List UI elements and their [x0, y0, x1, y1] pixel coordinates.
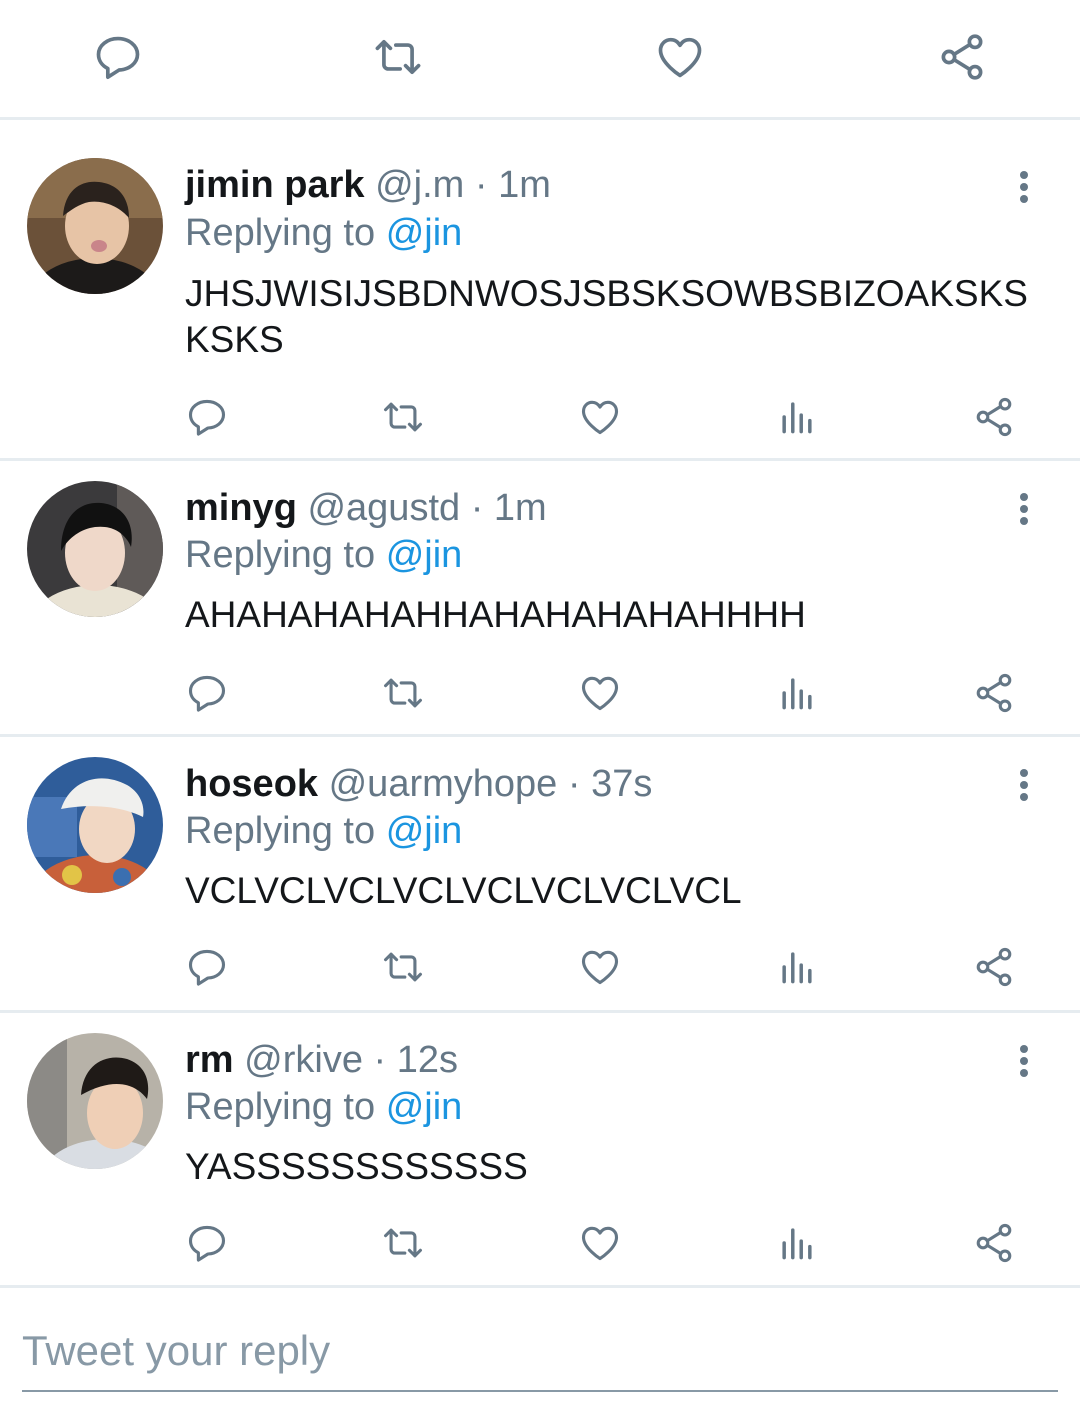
like-icon[interactable] [654, 31, 706, 83]
analytics-icon[interactable] [775, 671, 819, 715]
more-options-icon[interactable] [1006, 1041, 1042, 1081]
user-handle: @j.m [375, 164, 465, 206]
user-name[interactable]: jimin park [185, 164, 365, 206]
tweet-reply[interactable]: jimin park @j.m · 1m Replying to @jin JH… [0, 123, 1080, 461]
replying-to: Replying to @jin [185, 809, 462, 853]
user-handle: @rkive [244, 1039, 363, 1081]
user-name[interactable]: hoseok [185, 763, 318, 805]
tweet-header: minyg @agustd · 1m [185, 486, 547, 530]
tweet-header: rm @rkive · 12s [185, 1038, 458, 1082]
analytics-icon[interactable] [775, 945, 819, 989]
tweet-reply[interactable]: rm @rkive · 12s Replying to @jin YASSSSS… [0, 1013, 1080, 1288]
mention-link[interactable]: @jin [386, 810, 463, 852]
share-icon[interactable] [972, 945, 1016, 989]
avatar[interactable] [27, 1033, 163, 1169]
mention-link[interactable]: @jin [386, 534, 463, 576]
replying-to: Replying to @jin [185, 1085, 462, 1129]
retweet-icon[interactable] [381, 395, 425, 439]
tweet-text: YASSSSSSSSSSSS [185, 1146, 528, 1187]
user-name[interactable]: minyg [185, 487, 297, 529]
like-icon[interactable] [578, 1221, 622, 1265]
share-icon[interactable] [936, 31, 988, 83]
avatar[interactable] [27, 757, 163, 893]
share-icon[interactable] [972, 395, 1016, 439]
avatar[interactable] [27, 481, 163, 617]
mention-link[interactable]: @jin [386, 212, 463, 254]
tweet-header: jimin park @j.m · 1m [185, 163, 551, 207]
tweet-reply[interactable]: hoseok @uarmyhope · 37s Replying to @jin… [0, 737, 1080, 1013]
reply-icon[interactable] [185, 395, 229, 439]
timestamp: 1m [493, 487, 547, 529]
tweet-text: AHAHAHAHAHHAHAHAHAHAHHHH [185, 594, 806, 635]
separator-dot: · [567, 763, 581, 805]
user-name[interactable]: rm [185, 1039, 234, 1081]
tweet-text: JHSJWISIJSBDNWOSJSBSKSOWBSBIZOAKSKSKSKS [185, 273, 1028, 360]
like-icon[interactable] [578, 945, 622, 989]
avatar[interactable] [27, 158, 163, 294]
tweet-reply[interactable]: minyg @agustd · 1m Replying to @jin AHAH… [0, 461, 1080, 737]
reply-icon[interactable] [92, 31, 144, 83]
analytics-icon[interactable] [775, 395, 819, 439]
reply-icon[interactable] [185, 671, 229, 715]
replying-prefix: Replying to [185, 212, 376, 254]
replying-prefix: Replying to [185, 810, 376, 852]
replying-to: Replying to @jin [185, 211, 462, 255]
share-icon[interactable] [972, 671, 1016, 715]
retweet-icon[interactable] [372, 31, 424, 83]
separator-dot: · [470, 487, 484, 529]
timestamp: 1m [498, 164, 551, 206]
more-options-icon[interactable] [1006, 167, 1042, 207]
reply-icon[interactable] [185, 1221, 229, 1265]
reply-icon[interactable] [185, 945, 229, 989]
tweet-text: VCLVCLVCLVCLVCLVCLVCLVCL [185, 870, 742, 911]
replying-to: Replying to @jin [185, 533, 462, 577]
like-icon[interactable] [578, 671, 622, 715]
more-options-icon[interactable] [1006, 765, 1042, 805]
separator-dot: · [474, 164, 488, 206]
replying-prefix: Replying to [185, 1086, 376, 1128]
retweet-icon[interactable] [381, 671, 425, 715]
share-icon[interactable] [972, 1221, 1016, 1265]
user-handle: @agustd [307, 487, 461, 529]
retweet-icon[interactable] [381, 945, 425, 989]
like-icon[interactable] [578, 395, 622, 439]
reply-input[interactable] [22, 1312, 1058, 1392]
timestamp: 12s [396, 1039, 459, 1081]
user-handle: @uarmyhope [328, 763, 558, 805]
reply-composer [0, 1288, 1080, 1414]
replying-prefix: Replying to [185, 534, 376, 576]
timestamp: 37s [591, 763, 653, 805]
more-options-icon[interactable] [1006, 489, 1042, 529]
tweet-header: hoseok @uarmyhope · 37s [185, 762, 652, 806]
analytics-icon[interactable] [775, 1221, 819, 1265]
top-action-bar [0, 0, 1080, 120]
separator-dot: · [373, 1039, 387, 1081]
mention-link[interactable]: @jin [386, 1086, 463, 1128]
retweet-icon[interactable] [381, 1221, 425, 1265]
